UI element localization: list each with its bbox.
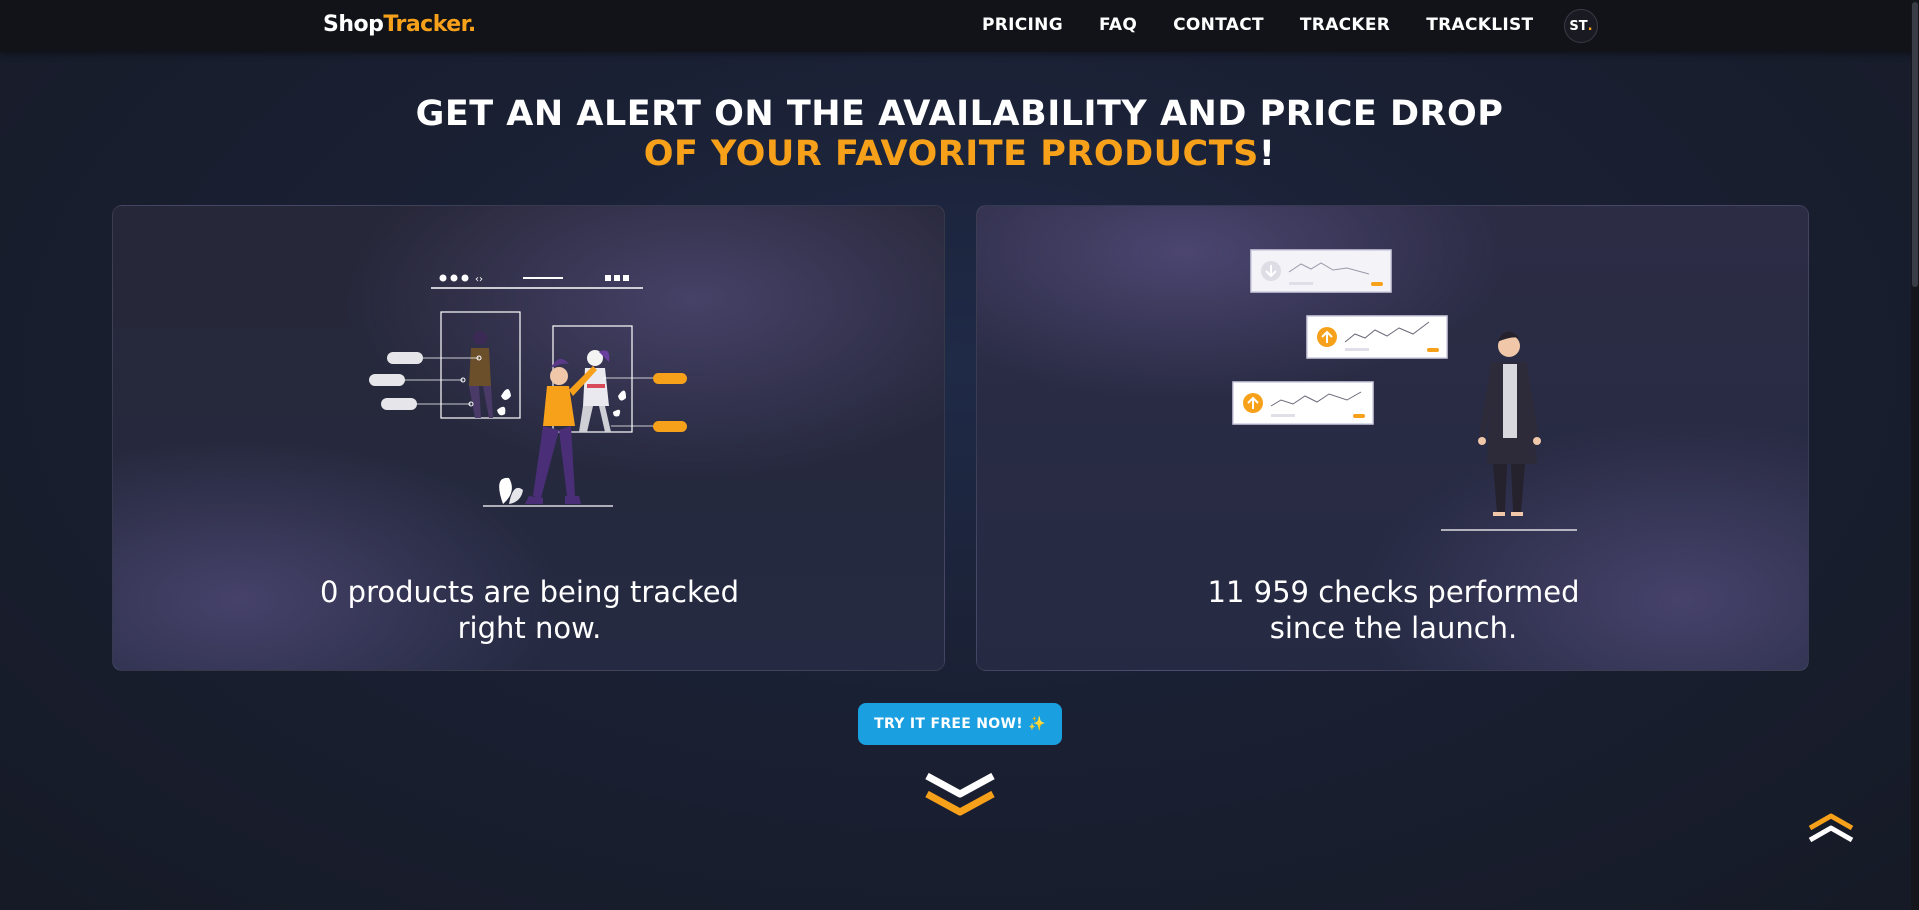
nav-contact[interactable]: CONTACT xyxy=(1173,15,1264,35)
hero-line-2: OF YOUR FAVORITE PRODUCTS! xyxy=(0,134,1919,174)
try-free-button[interactable]: TRY IT FREE NOW! ✨ xyxy=(858,703,1062,745)
checks-performed-line-2: since the launch. xyxy=(1269,611,1518,645)
page-scrollbar[interactable] xyxy=(1911,0,1919,910)
svg-text:‹›: ‹› xyxy=(475,274,483,285)
stat-card-checks-performed: 11 959 checks performed since the launch… xyxy=(976,205,1809,671)
double-chevron-up-icon[interactable] xyxy=(1806,812,1856,844)
user-avatar[interactable]: ST. xyxy=(1564,9,1598,43)
main-nav: PRICING FAQ CONTACT TRACKER TRACKLIST xyxy=(982,15,1569,35)
hero-heading: GET AN ALERT ON THE AVAILABILITY AND PRI… xyxy=(0,94,1919,174)
avatar-initials: ST xyxy=(1569,18,1588,34)
hero-line-1: GET AN ALERT ON THE AVAILABILITY AND PRI… xyxy=(415,94,1504,134)
nav-tracker[interactable]: TRACKER xyxy=(1300,15,1390,35)
product-tracking-illustration: ‹› xyxy=(369,274,687,507)
nav-tracklist[interactable]: TRACKLIST xyxy=(1426,15,1533,35)
avatar-dot: . xyxy=(1587,18,1593,34)
tracked-products-caption: 0 products are being tracked right now. xyxy=(113,574,944,646)
tracked-products-line-2: right now. xyxy=(457,611,602,645)
checks-performed-line-1: 11 959 checks performed xyxy=(1207,575,1580,609)
logo[interactable]: ShopTracker. xyxy=(323,12,476,37)
hero-highlight: OF YOUR FAVORITE PRODUCTS xyxy=(643,134,1259,174)
stat-card-tracked-products: ‹› 0 products are being tracked right no… xyxy=(112,205,945,671)
navbar: ShopTracker. PRICING FAQ CONTACT TRACKER… xyxy=(0,0,1919,52)
hero-exclamation: ! xyxy=(1258,134,1276,174)
checks-performed-caption: 11 959 checks performed since the launch… xyxy=(977,574,1808,646)
nav-faq[interactable]: FAQ xyxy=(1099,15,1137,35)
double-chevron-down-icon[interactable] xyxy=(923,772,997,818)
price-alerts-illustration xyxy=(1232,249,1577,531)
nav-pricing[interactable]: PRICING xyxy=(982,15,1063,35)
tracked-products-line-1: 0 products are being tracked xyxy=(320,575,739,609)
scrollbar-thumb[interactable] xyxy=(1912,2,1918,287)
